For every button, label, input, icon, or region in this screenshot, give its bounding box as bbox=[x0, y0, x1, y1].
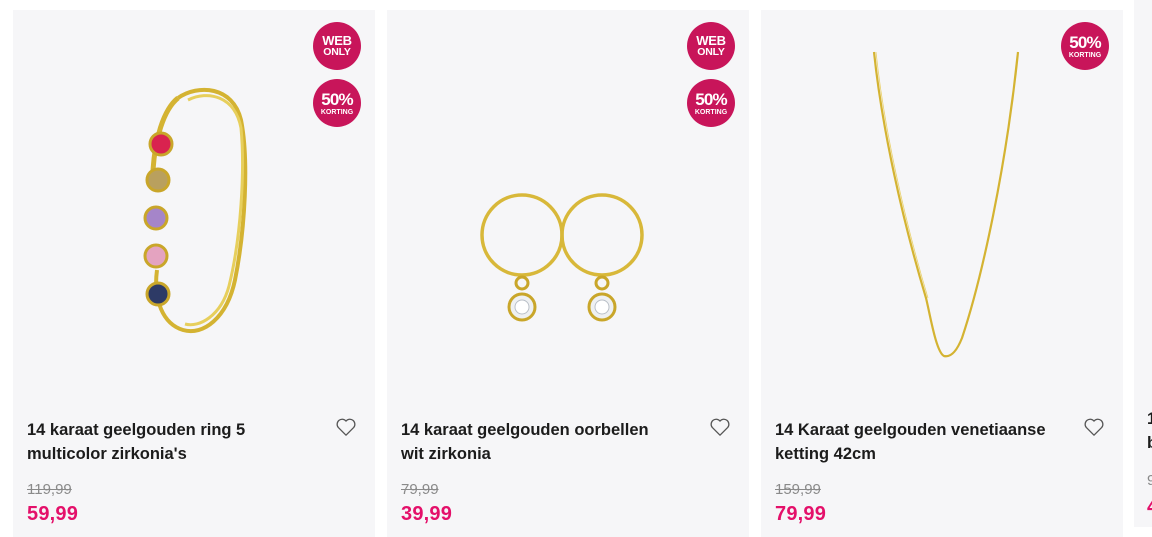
web-only-badge: WEB ONLY bbox=[313, 22, 361, 70]
ring-image bbox=[143, 87, 248, 334]
product-card[interactable]: WEB ONLY 50% KORTING 14 karaat geelgoude… bbox=[387, 10, 749, 537]
product-image-area[interactable]: WEB ONLY 50% KORTING bbox=[13, 10, 375, 393]
product-title[interactable]: 14 karaat geelgouden ring 5 multicolor z… bbox=[27, 418, 317, 466]
product-info: 14 karaat geelgouden oorbellen wit zirko… bbox=[387, 393, 749, 537]
product-info: 14 Karaat geelgouden venetiaanse ketting… bbox=[761, 393, 1123, 537]
product-card-partial[interactable]: 1 b 9 4 bbox=[1122, 0, 1152, 527]
sale-price: 79,99 bbox=[775, 503, 827, 525]
product-info: 14 karaat geelgouden ring 5 multicolor z… bbox=[13, 393, 375, 537]
web-only-badge: WEB ONLY bbox=[687, 22, 735, 70]
heart-outline-icon[interactable] bbox=[335, 417, 357, 437]
product-card[interactable]: WEB ONLY 50% KORTING 14 karaat geelgoude… bbox=[13, 10, 375, 537]
product-card[interactable]: 50% KORTING 14 Karaat geelgouden venetia… bbox=[761, 10, 1123, 537]
product-title-partial: 1 bbox=[1147, 410, 1152, 428]
sale-price-partial: 4 bbox=[1147, 496, 1152, 519]
sale-price: 59,99 bbox=[27, 503, 79, 525]
product-title-partial-line2: b bbox=[1147, 434, 1152, 453]
heart-outline-icon[interactable] bbox=[1083, 417, 1105, 437]
heart-outline-icon[interactable] bbox=[709, 417, 731, 437]
product-image-area[interactable]: WEB ONLY 50% KORTING bbox=[387, 10, 749, 393]
old-price: 119,99 bbox=[27, 481, 72, 498]
discount-badge: 50% KORTING bbox=[687, 79, 735, 127]
discount-badge: 50% KORTING bbox=[1061, 22, 1109, 70]
old-price: 79,99 bbox=[401, 481, 439, 498]
old-price: 159,99 bbox=[775, 481, 821, 498]
discount-badge: 50% KORTING bbox=[313, 79, 361, 127]
product-image-area[interactable]: 50% KORTING bbox=[761, 10, 1123, 393]
earrings-image bbox=[480, 193, 644, 322]
product-grid: WEB ONLY 50% KORTING 14 karaat geelgoude… bbox=[13, 10, 1152, 537]
old-price-partial: 9 bbox=[1147, 472, 1152, 489]
product-title[interactable]: 14 Karaat geelgouden venetiaanse ketting… bbox=[775, 418, 1065, 466]
necklace-image bbox=[872, 51, 1020, 358]
product-image-area[interactable] bbox=[1134, 0, 1152, 383]
sale-price: 39,99 bbox=[401, 503, 453, 525]
product-title[interactable]: 14 karaat geelgouden oorbellen wit zirko… bbox=[401, 418, 691, 466]
